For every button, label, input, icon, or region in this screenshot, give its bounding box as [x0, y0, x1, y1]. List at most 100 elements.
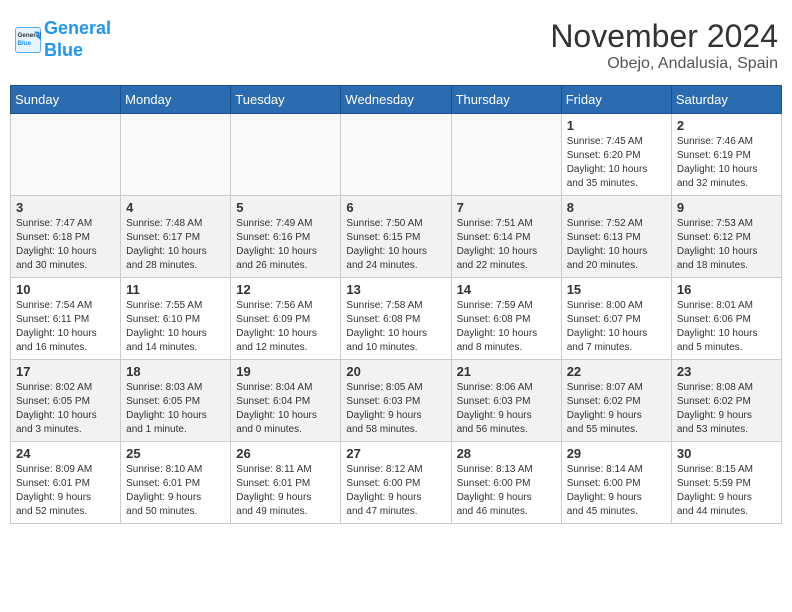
calendar-cell: [341, 114, 451, 196]
calendar-cell: 6 Sunrise: 7:50 AMSunset: 6:15 PMDaylight…: [341, 196, 451, 278]
calendar-cell: 17 Sunrise: 8:02 AMSunset: 6:05 PMDayligh…: [11, 360, 121, 442]
day-number: 1: [567, 118, 666, 133]
logo-icon: General Blue: [14, 26, 42, 54]
day-info: Sunrise: 8:04 AMSunset: 6:04 PMDaylight:…: [236, 381, 335, 437]
logo: General Blue GeneralBlue: [14, 18, 111, 61]
calendar-cell: 20 Sunrise: 8:05 AMSunset: 6:03 PMDayligh…: [341, 360, 451, 442]
month-title: November 2024: [550, 18, 778, 55]
calendar-cell: 28 Sunrise: 8:13 AMSunset: 6:00 PMDayligh…: [451, 442, 561, 524]
calendar-cell: 18 Sunrise: 8:03 AMSunset: 6:05 PMDayligh…: [121, 360, 231, 442]
calendar-cell: [231, 114, 341, 196]
day-info: Sunrise: 7:46 AMSunset: 6:19 PMDaylight:…: [677, 135, 776, 191]
day-info: Sunrise: 7:59 AMSunset: 6:08 PMDaylight:…: [457, 299, 556, 355]
day-info: Sunrise: 7:48 AMSunset: 6:17 PMDaylight:…: [126, 217, 225, 273]
day-number: 2: [677, 118, 776, 133]
calendar-cell: 11 Sunrise: 7:55 AMSunset: 6:10 PMDayligh…: [121, 278, 231, 360]
day-info: Sunrise: 7:55 AMSunset: 6:10 PMDaylight:…: [126, 299, 225, 355]
day-info: Sunrise: 7:50 AMSunset: 6:15 PMDaylight:…: [346, 217, 445, 273]
calendar-cell: 13 Sunrise: 7:58 AMSunset: 6:08 PMDayligh…: [341, 278, 451, 360]
day-number: 16: [677, 282, 776, 297]
calendar-cell: 26Sunrise: 8:11 AMSunset: 6:01 PMDayligh…: [231, 442, 341, 524]
calendar-cell: 21 Sunrise: 8:06 AMSunset: 6:03 PMDayligh…: [451, 360, 561, 442]
calendar-week-row: 10 Sunrise: 7:54 AMSunset: 6:11 PMDayligh…: [11, 278, 782, 360]
day-info: Sunrise: 8:06 AMSunset: 6:03 PMDaylight:…: [457, 381, 556, 437]
day-info: Sunrise: 8:14 AMSunset: 6:00 PMDaylight:…: [567, 463, 666, 519]
day-number: 6: [346, 200, 445, 215]
day-number: 3: [16, 200, 115, 215]
day-info: Sunrise: 8:08 AMSunset: 6:02 PMDaylight:…: [677, 381, 776, 437]
day-number: 14: [457, 282, 556, 297]
calendar-cell: 24Sunrise: 8:09 AMSunset: 6:01 PMDayligh…: [11, 442, 121, 524]
day-info: Sunrise: 7:51 AMSunset: 6:14 PMDaylight:…: [457, 217, 556, 273]
calendar-cell: 27 Sunrise: 8:12 AMSunset: 6:00 PMDayligh…: [341, 442, 451, 524]
day-info: Sunrise: 8:01 AMSunset: 6:06 PMDaylight:…: [677, 299, 776, 355]
day-info: Sunrise: 7:54 AMSunset: 6:11 PMDaylight:…: [16, 299, 115, 355]
weekday-header-sunday: Sunday: [11, 86, 121, 114]
day-info: Sunrise: 8:11 AMSunset: 6:01 PMDaylight:…: [236, 463, 335, 519]
day-number: 8: [567, 200, 666, 215]
day-info: Sunrise: 8:05 AMSunset: 6:03 PMDaylight:…: [346, 381, 445, 437]
title-block: November 2024 Obejo, Andalusia, Spain: [550, 18, 778, 73]
calendar-cell: 30Sunrise: 8:15 AMSunset: 5:59 PMDayligh…: [671, 442, 781, 524]
location-title: Obejo, Andalusia, Spain: [550, 55, 778, 73]
day-number: 27: [346, 446, 445, 461]
day-number: 10: [16, 282, 115, 297]
calendar-cell: 9 Sunrise: 7:53 AMSunset: 6:12 PMDaylight…: [671, 196, 781, 278]
calendar-week-row: 3Sunrise: 7:47 AMSunset: 6:18 PMDaylight…: [11, 196, 782, 278]
calendar-cell: 14 Sunrise: 7:59 AMSunset: 6:08 PMDayligh…: [451, 278, 561, 360]
day-number: 4: [126, 200, 225, 215]
day-info: Sunrise: 8:03 AMSunset: 6:05 PMDaylight:…: [126, 381, 225, 437]
calendar-cell: 19 Sunrise: 8:04 AMSunset: 6:04 PMDayligh…: [231, 360, 341, 442]
calendar-cell: 5 Sunrise: 7:49 AMSunset: 6:16 PMDaylight…: [231, 196, 341, 278]
calendar-week-row: 17 Sunrise: 8:02 AMSunset: 6:05 PMDayligh…: [11, 360, 782, 442]
calendar-cell: 12Sunrise: 7:56 AMSunset: 6:09 PMDayligh…: [231, 278, 341, 360]
day-info: Sunrise: 7:53 AMSunset: 6:12 PMDaylight:…: [677, 217, 776, 273]
day-info: Sunrise: 8:15 AMSunset: 5:59 PMDaylight:…: [677, 463, 776, 519]
day-info: Sunrise: 8:07 AMSunset: 6:02 PMDaylight:…: [567, 381, 666, 437]
day-number: 15: [567, 282, 666, 297]
day-number: 21: [457, 364, 556, 379]
day-number: 5: [236, 200, 335, 215]
day-info: Sunrise: 7:58 AMSunset: 6:08 PMDaylight:…: [346, 299, 445, 355]
weekday-header-thursday: Thursday: [451, 86, 561, 114]
day-number: 11: [126, 282, 225, 297]
day-number: 22: [567, 364, 666, 379]
day-number: 12: [236, 282, 335, 297]
day-number: 9: [677, 200, 776, 215]
day-number: 23: [677, 364, 776, 379]
calendar-cell: 2 Sunrise: 7:46 AMSunset: 6:19 PMDaylight…: [671, 114, 781, 196]
day-info: Sunrise: 8:13 AMSunset: 6:00 PMDaylight:…: [457, 463, 556, 519]
day-number: 13: [346, 282, 445, 297]
day-number: 19: [236, 364, 335, 379]
day-number: 20: [346, 364, 445, 379]
calendar-cell: 8 Sunrise: 7:52 AMSunset: 6:13 PMDaylight…: [561, 196, 671, 278]
day-number: 25: [126, 446, 225, 461]
calendar-week-row: 1Sunrise: 7:45 AMSunset: 6:20 PMDaylight…: [11, 114, 782, 196]
day-info: Sunrise: 8:12 AMSunset: 6:00 PMDaylight:…: [346, 463, 445, 519]
calendar-cell: 3Sunrise: 7:47 AMSunset: 6:18 PMDaylight…: [11, 196, 121, 278]
day-number: 28: [457, 446, 556, 461]
calendar-cell: [11, 114, 121, 196]
calendar-cell: 16 Sunrise: 8:01 AMSunset: 6:06 PMDayligh…: [671, 278, 781, 360]
calendar-cell: 25 Sunrise: 8:10 AMSunset: 6:01 PMDayligh…: [121, 442, 231, 524]
weekday-header-tuesday: Tuesday: [231, 86, 341, 114]
weekday-header-wednesday: Wednesday: [341, 86, 451, 114]
weekday-header-saturday: Saturday: [671, 86, 781, 114]
calendar-cell: 10 Sunrise: 7:54 AMSunset: 6:11 PMDayligh…: [11, 278, 121, 360]
day-number: 29: [567, 446, 666, 461]
day-number: 17: [16, 364, 115, 379]
day-number: 7: [457, 200, 556, 215]
calendar-cell: [451, 114, 561, 196]
calendar-table: SundayMondayTuesdayWednesdayThursdayFrid…: [10, 85, 782, 524]
calendar-cell: [121, 114, 231, 196]
day-info: Sunrise: 7:49 AMSunset: 6:16 PMDaylight:…: [236, 217, 335, 273]
day-info: Sunrise: 8:02 AMSunset: 6:05 PMDaylight:…: [16, 381, 115, 437]
day-info: Sunrise: 8:10 AMSunset: 6:01 PMDaylight:…: [126, 463, 225, 519]
calendar-cell: 7 Sunrise: 7:51 AMSunset: 6:14 PMDaylight…: [451, 196, 561, 278]
calendar-week-row: 24Sunrise: 8:09 AMSunset: 6:01 PMDayligh…: [11, 442, 782, 524]
day-number: 18: [126, 364, 225, 379]
calendar-cell: 29 Sunrise: 8:14 AMSunset: 6:00 PMDayligh…: [561, 442, 671, 524]
day-info: Sunrise: 7:52 AMSunset: 6:13 PMDaylight:…: [567, 217, 666, 273]
day-number: 24: [16, 446, 115, 461]
calendar-cell: 22 Sunrise: 8:07 AMSunset: 6:02 PMDayligh…: [561, 360, 671, 442]
